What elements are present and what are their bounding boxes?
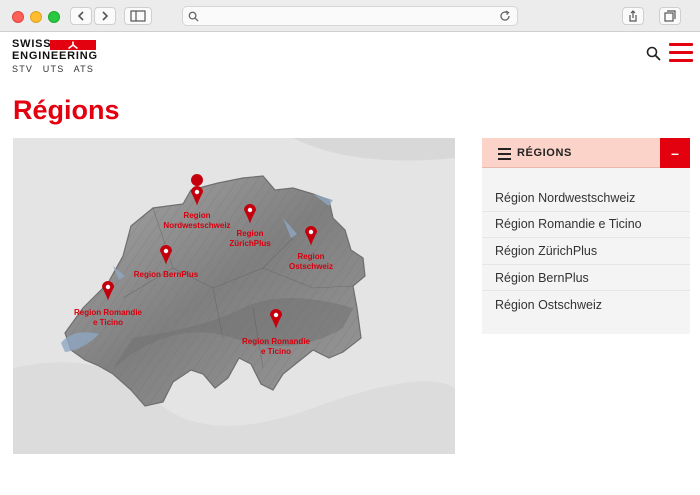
share-icon (629, 10, 637, 22)
chevron-left-icon (77, 11, 84, 21)
regions-panel: RÉGIONS – Région Nordwestschweiz Région … (482, 138, 690, 334)
pin-label-line2: e Ticino (93, 318, 123, 327)
pin-label-line2: ZürichPlus (229, 239, 271, 248)
pin-label-line2: Nordwestschweiz (163, 221, 230, 230)
site-header: SWISS ENGINEERING STV UTS ATS (0, 33, 700, 83)
close-window-button[interactable] (12, 11, 24, 23)
list-icon (498, 148, 511, 163)
regions-panel-heading: RÉGIONS (517, 147, 572, 159)
tabs-button[interactable] (659, 7, 681, 25)
page-title: Régions (13, 95, 120, 125)
maximize-window-button[interactable] (48, 11, 60, 23)
regions-list: Région Nordwestschweiz Région Romandie e… (482, 185, 690, 318)
pin-label-line1: Region (297, 252, 324, 261)
regions-panel-header[interactable]: RÉGIONS – (482, 138, 690, 168)
search-icon[interactable] (646, 46, 661, 61)
search-icon (188, 11, 199, 22)
reload-icon[interactable] (499, 10, 511, 22)
minimize-window-button[interactable] (30, 11, 42, 23)
region-link-nordwestschweiz[interactable]: Région Nordwestschweiz (482, 185, 690, 212)
browser-toolbar (0, 0, 700, 32)
pin-label-line2: Ostschweiz (289, 262, 333, 271)
address-bar[interactable] (182, 6, 518, 26)
pin-label-line1: Region (236, 229, 263, 238)
pin-label-line1: Region Romandie (74, 308, 143, 317)
logo-line-3: STV UTS ATS (12, 64, 95, 74)
pin-label-line1: Region BernPlus (134, 270, 199, 279)
collapse-button[interactable]: – (660, 138, 690, 168)
sidebar-icon (130, 10, 146, 22)
region-link-ostschweiz[interactable]: Région Ostschweiz (482, 291, 690, 318)
logo-line-2: ENGINEERING (12, 50, 98, 62)
logo-red-bar (50, 40, 96, 50)
region-link-romandie-ticino[interactable]: Région Romandie e Ticino (482, 212, 690, 239)
sidebar-toggle-button[interactable] (124, 7, 152, 25)
pin-label-line1: Region (183, 211, 210, 220)
back-button[interactable] (70, 7, 92, 25)
menu-hamburger-icon[interactable] (669, 43, 693, 63)
logo-symbol-icon (68, 41, 78, 49)
share-button[interactable] (622, 7, 644, 25)
pin-label-line2: e Ticino (261, 347, 291, 356)
region-link-zurichplus[interactable]: Région ZürichPlus (482, 238, 690, 265)
map-graphic: Region Nordwestschweiz Region ZürichPlus… (13, 138, 455, 454)
forward-button[interactable] (94, 7, 116, 25)
tabs-icon (664, 10, 676, 22)
switzerland-regions-map[interactable]: Region Nordwestschweiz Region ZürichPlus… (13, 138, 455, 454)
chevron-right-icon (102, 11, 109, 21)
region-link-bernplus[interactable]: Région BernPlus (482, 265, 690, 292)
pin-label-line1: Region Romandie (242, 337, 311, 346)
swiss-engineering-logo[interactable]: SWISS ENGINEERING STV UTS ATS (12, 38, 98, 78)
